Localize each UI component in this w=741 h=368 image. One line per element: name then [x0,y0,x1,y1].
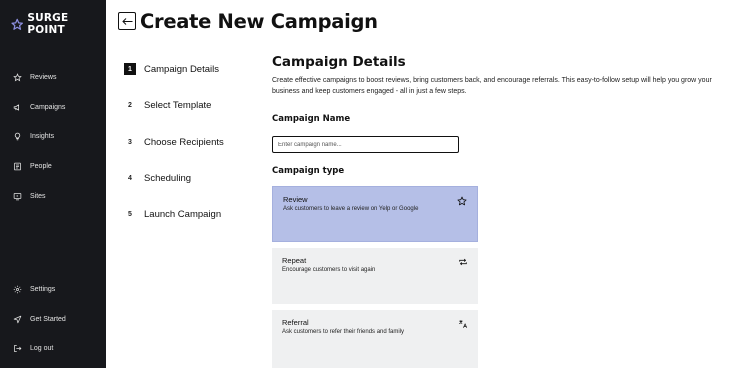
card-title: Review [283,195,308,204]
back-button[interactable] [118,12,136,30]
sidebar-item-label: People [30,163,52,170]
step-label: Choose Recipients [144,136,224,148]
sidebar-item-label: Insights [30,133,55,140]
campaign-name-label: Campaign Name [272,114,351,124]
step-label: Launch Campaign [144,208,222,220]
step-choose-recipients[interactable]: 3 Choose Recipients [124,136,224,148]
campaign-name-input[interactable] [272,136,459,153]
star-outline-icon [457,193,467,206]
sidebar-item-label: Settings [30,286,56,293]
step-launch-campaign[interactable]: 5 Launch Campaign [124,208,221,220]
campaign-type-review[interactable]: Review Ask customers to leave a review o… [272,186,478,242]
sidebar-item-sites[interactable]: Sites [13,192,46,201]
sidebar-item-get-started[interactable]: Get Started [13,315,66,324]
repeat-icon [458,254,468,266]
step-number: 2 [128,101,132,109]
lightbulb-icon [14,132,21,141]
sidebar-item-label: Reviews [30,74,57,81]
card-title: Referral [282,318,309,327]
card-description: Ask customers to refer their friends and… [282,329,405,335]
monitor-icon [13,193,22,201]
campaign-type-repeat[interactable]: Repeat Encourage customers to visit agai… [272,248,478,304]
step-select-template[interactable]: 2 Select Template [124,99,211,111]
sidebar-item-label: Sites [30,193,46,200]
contacts-icon [14,162,21,171]
step-number: 3 [128,138,132,146]
brand-star-icon [11,18,23,30]
sidebar-item-label: Log out [30,345,54,352]
sidebar-item-settings[interactable]: Settings [13,285,55,294]
step-scheduling[interactable]: 4 Scheduling [124,172,191,184]
step-number: 4 [128,174,132,182]
step-label: Campaign Details [144,63,219,75]
card-title: Repeat [282,256,307,265]
brand-name: SURGE POINT [27,12,69,36]
sidebar-item-label: Campaigns [30,104,66,111]
campaign-type-label: Campaign type [272,166,345,176]
sidebar-item-campaigns[interactable]: Campaigns [13,103,65,112]
megaphone-icon [13,104,19,111]
step-campaign-details[interactable]: 1 Campaign Details [124,63,219,75]
section-description: Create effective campaigns to boost revi… [272,77,712,95]
sidebar-item-people[interactable]: People [13,162,52,171]
sidebar-item-log-out[interactable]: Log out [13,344,53,353]
card-description: Ask customers to leave a review on Yelp … [283,206,419,212]
step-number: 1 [124,63,136,75]
send-icon [13,315,22,324]
brand-logo[interactable]: SURGE POINT [11,12,106,36]
sidebar-item-reviews[interactable]: Reviews [13,73,56,82]
sidebar-item-insights[interactable]: Insights [13,132,54,141]
star-icon [13,73,22,82]
step-number: 5 [128,210,132,218]
sidebar: SURGE POINT Reviews Campaigns Insights P… [0,0,106,368]
campaign-type-referral[interactable]: Referral Ask customers to refer their fr… [272,310,478,368]
gear-icon [13,285,22,294]
arrow-left-icon [121,17,132,25]
card-description: Encourage customers to visit again [282,267,376,273]
logout-icon [14,345,22,352]
sidebar-item-label: Get Started [30,316,66,323]
translate-icon [458,316,468,328]
step-label: Select Template [144,99,212,111]
section-title: Campaign Details [272,54,406,70]
step-label: Scheduling [144,172,192,184]
page-title: Create New Campaign [140,10,378,33]
